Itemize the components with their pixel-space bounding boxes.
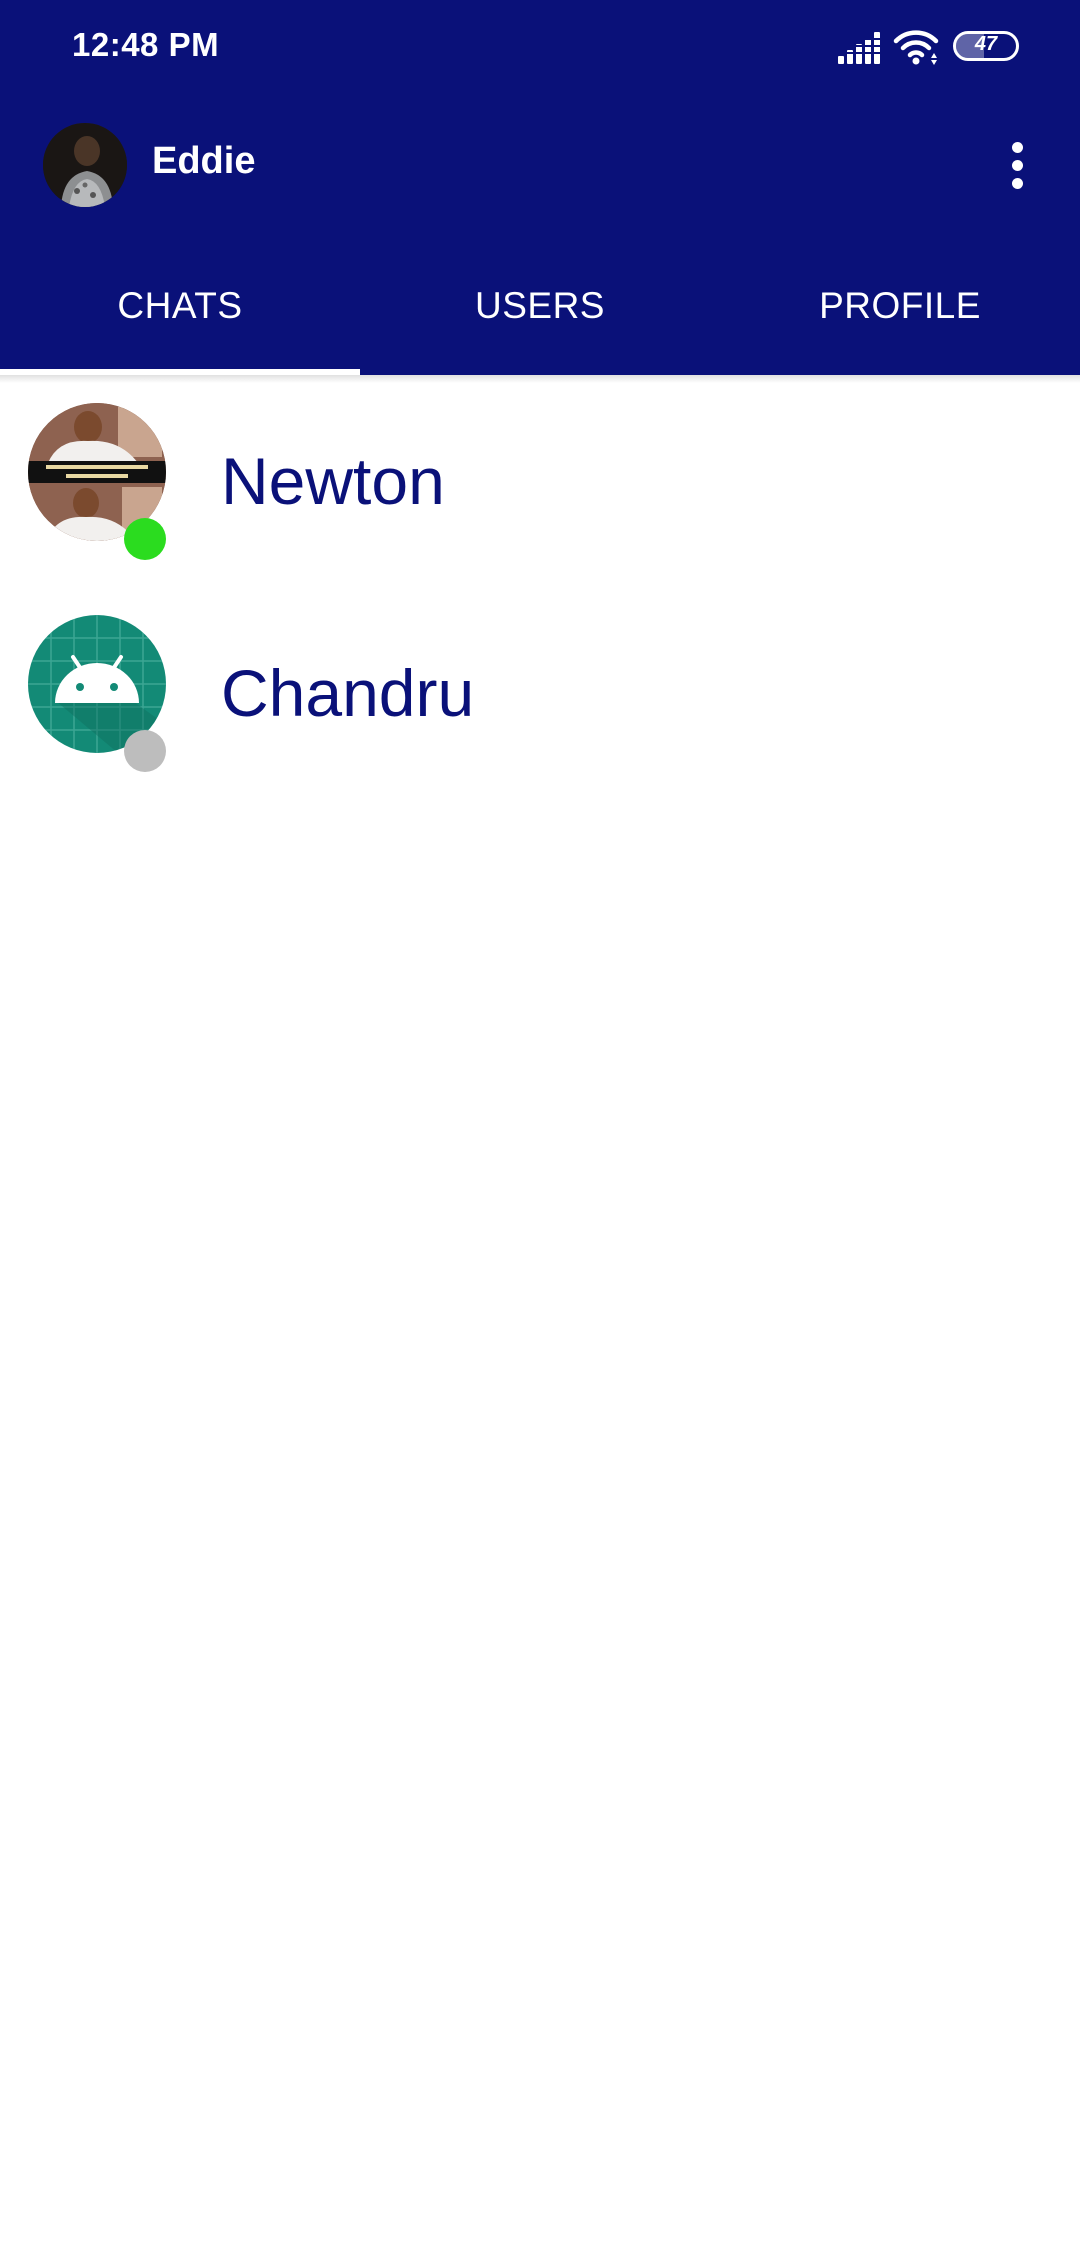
wifi-icon [893, 30, 939, 65]
offline-status-dot [124, 730, 166, 772]
status-bar: 12:48 PM 47 [0, 0, 1080, 96]
toolbar: Eddie [0, 96, 1080, 236]
current-user-name: Eddie [152, 140, 256, 182]
chat-name: Chandru [221, 656, 475, 730]
more-vert-icon[interactable] [998, 138, 1038, 194]
chat-list: Newton Chandru [0, 375, 1080, 799]
person-photo-icon [43, 123, 127, 207]
battery-indicator: 47 [953, 31, 1019, 61]
status-time: 12:48 PM [72, 26, 220, 63]
chat-app-screen: 12:48 PM 47 Eddie CHATS USERS PROFILE Ne… [0, 0, 1080, 2246]
app-bar: 12:48 PM 47 Eddie CHATS USERS PROFILE [0, 0, 1080, 375]
tab-bar: CHATS USERS PROFILE [0, 236, 1080, 375]
tab-users[interactable]: USERS [360, 236, 720, 375]
chat-item-chandru[interactable]: Chandru [0, 587, 1080, 799]
online-status-dot [124, 518, 166, 560]
tab-chats[interactable]: CHATS [0, 236, 360, 375]
chat-name: Newton [221, 444, 445, 518]
cellular-signal-icon [838, 32, 882, 64]
tab-profile[interactable]: PROFILE [720, 236, 1080, 375]
current-user-avatar[interactable] [43, 123, 127, 207]
battery-level-text: 47 [974, 33, 998, 55]
chat-item-newton[interactable]: Newton [0, 375, 1080, 587]
